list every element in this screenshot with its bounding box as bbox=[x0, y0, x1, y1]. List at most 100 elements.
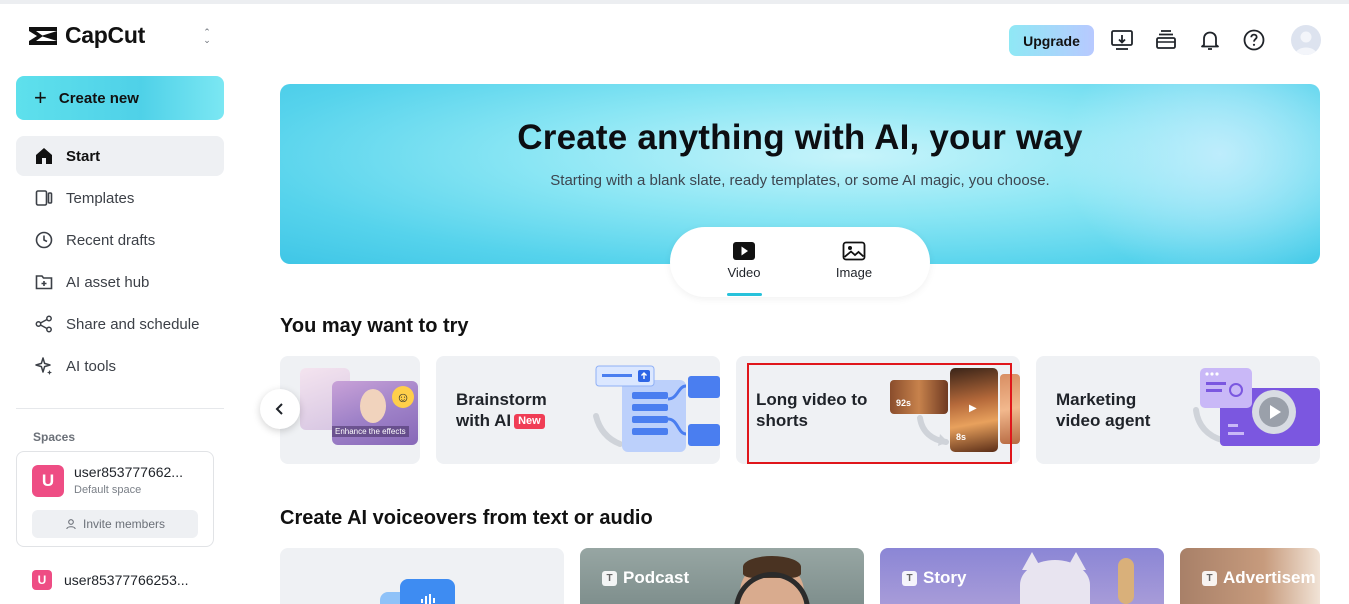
sidebar-item-share-and-schedule[interactable]: Share and schedule bbox=[16, 304, 224, 344]
cat-ear-left bbox=[1022, 552, 1042, 570]
voiceover-card-podcast[interactable]: T Podcast bbox=[580, 548, 864, 604]
home-icon bbox=[36, 148, 52, 164]
try-card-marketing-video-agent[interactable]: Marketing video agent bbox=[1036, 356, 1320, 464]
long-video-thumb: 92s bbox=[890, 380, 948, 414]
text-icon: T bbox=[902, 570, 917, 586]
card-brainstorm-line2: with AI bbox=[456, 411, 512, 430]
stack-icon[interactable] bbox=[1154, 28, 1178, 52]
sidebar-item-templates[interactable]: Templates bbox=[16, 178, 224, 218]
hero-title: Create anything with AI, your way bbox=[517, 118, 1083, 157]
advertisement-label: T Advertisem bbox=[1202, 568, 1316, 588]
bell-icon[interactable] bbox=[1198, 28, 1222, 52]
card-marketing-line1: Marketing bbox=[1056, 390, 1137, 409]
play-icon: ▶ bbox=[969, 403, 977, 414]
podcast-label-text: Podcast bbox=[623, 568, 690, 587]
create-new-button[interactable]: + Create new bbox=[16, 76, 224, 120]
card-marketing-label: Marketing video agent bbox=[1056, 389, 1150, 431]
advertisement-label-text: Advertisem bbox=[1223, 568, 1316, 587]
capcut-logo-icon bbox=[29, 26, 57, 45]
voiceover-card-audio[interactable] bbox=[280, 548, 564, 604]
marketing-illustration bbox=[1193, 368, 1320, 446]
arrow-decoration bbox=[917, 415, 949, 446]
sidebar-divider bbox=[16, 408, 224, 409]
sidebar: CapCut ⌃ ⌄ + Create new Start Templates R… bbox=[0, 4, 240, 604]
invite-members-button[interactable]: Invite members bbox=[32, 510, 198, 538]
active-tab-indicator bbox=[727, 293, 762, 296]
text-icon: T bbox=[1202, 570, 1217, 586]
user-account-row[interactable]: U user85377766253... bbox=[32, 570, 189, 590]
user-name: user85377766253... bbox=[64, 572, 189, 588]
sparkle-icon bbox=[35, 357, 52, 375]
podcast-label: T Podcast bbox=[602, 568, 689, 588]
audio-illustration-front bbox=[400, 579, 455, 604]
share-icon bbox=[35, 315, 52, 333]
sidebar-item-label: AI tools bbox=[66, 357, 117, 375]
extra-thumb bbox=[1000, 374, 1020, 444]
try-section-title: You may want to try bbox=[280, 315, 469, 337]
sidebar-item-label: Recent drafts bbox=[66, 231, 156, 249]
plus-icon: + bbox=[34, 85, 47, 110]
card-marketing-line2: video agent bbox=[1056, 411, 1151, 430]
duration-badge-8s: 8s bbox=[956, 432, 967, 442]
story-label-text: Story bbox=[923, 568, 967, 587]
media-type-toggle: Video Image bbox=[670, 227, 930, 297]
space-avatar: U bbox=[32, 465, 64, 497]
asset-hub-icon bbox=[35, 275, 53, 290]
enhance-caption: Enhance the effects bbox=[332, 426, 409, 437]
voiceover-card-story[interactable]: T Story bbox=[880, 548, 1164, 604]
tab-video-label: Video bbox=[727, 265, 761, 280]
create-new-label: Create new bbox=[58, 89, 139, 107]
user-avatar-icon bbox=[1295, 31, 1317, 55]
cat-ear-right bbox=[1066, 552, 1086, 570]
waveform-icon bbox=[421, 594, 435, 604]
duration-badge-92s: 92s bbox=[896, 398, 912, 408]
emoji-sticker: ☺ bbox=[392, 386, 414, 408]
sidebar-item-label: Templates bbox=[66, 189, 135, 207]
try-card-long-video-to-shorts[interactable]: Long video to shorts 92s ▶ 8s bbox=[736, 356, 1020, 464]
sidebar-item-ai-tools[interactable]: AI tools bbox=[16, 346, 224, 386]
user-avatar-small: U bbox=[32, 570, 52, 590]
tab-image[interactable]: Image bbox=[814, 241, 894, 280]
upgrade-button[interactable]: Upgrade bbox=[1009, 25, 1094, 56]
sidebar-item-label: Share and schedule bbox=[66, 315, 200, 333]
clock-icon bbox=[35, 231, 53, 249]
switch-space-chevron-icon[interactable]: ⌃ ⌄ bbox=[199, 27, 215, 45]
voiceover-section-title: Create AI voiceovers from text or audio bbox=[280, 507, 653, 529]
sidebar-item-start[interactable]: Start bbox=[16, 136, 224, 176]
templates-icon bbox=[35, 190, 53, 206]
mindmap-illustration bbox=[593, 365, 720, 452]
user-avatar[interactable] bbox=[1291, 25, 1321, 55]
space-subtitle: Default space bbox=[74, 484, 142, 496]
sidebar-item-ai-asset-hub[interactable]: AI asset hub bbox=[16, 262, 224, 302]
invite-members-label: Invite members bbox=[82, 517, 166, 531]
sidebar-nav: Start Templates Recent drafts AI asset h… bbox=[16, 136, 224, 388]
card-brainstorm-line1: Brainstorm bbox=[456, 390, 547, 409]
text-icon: T bbox=[602, 570, 617, 586]
sidebar-item-recent-drafts[interactable]: Recent drafts bbox=[16, 220, 224, 260]
try-card-brainstorm[interactable]: Brainstorm with AI New bbox=[436, 356, 720, 464]
chevron-left-icon bbox=[275, 403, 283, 415]
image-icon bbox=[842, 241, 866, 261]
help-icon[interactable] bbox=[1242, 28, 1266, 52]
voiceover-card-advertisement[interactable]: T Advertisem bbox=[1180, 548, 1320, 604]
story-label: T Story bbox=[902, 568, 966, 588]
sidebar-item-label: AI asset hub bbox=[66, 273, 150, 291]
new-badge: New bbox=[514, 414, 545, 429]
cat-tail bbox=[1118, 558, 1134, 604]
app-name: CapCut bbox=[65, 22, 145, 48]
tab-video[interactable]: Video bbox=[704, 241, 784, 280]
carousel-prev-button[interactable] bbox=[260, 389, 300, 429]
space-card[interactable]: U user853777662... Default space Invite … bbox=[16, 451, 214, 547]
download-screen-icon[interactable] bbox=[1110, 28, 1134, 52]
person-icon bbox=[66, 519, 76, 530]
video-play-icon bbox=[733, 242, 755, 260]
face-shape bbox=[360, 389, 386, 423]
short-video-thumb: ▶ 8s bbox=[950, 368, 998, 452]
tab-image-label: Image bbox=[835, 265, 873, 280]
sidebar-item-label: Start bbox=[66, 147, 101, 165]
space-name: user853777662... bbox=[74, 464, 183, 480]
capcut-logo[interactable]: CapCut bbox=[27, 22, 145, 49]
try-card-enhance[interactable]: ☺ Enhance the effects bbox=[280, 356, 420, 464]
hero-subtitle: Starting with a blank slate, ready templ… bbox=[550, 172, 1050, 189]
card-long-video-line2: shorts bbox=[756, 411, 808, 430]
